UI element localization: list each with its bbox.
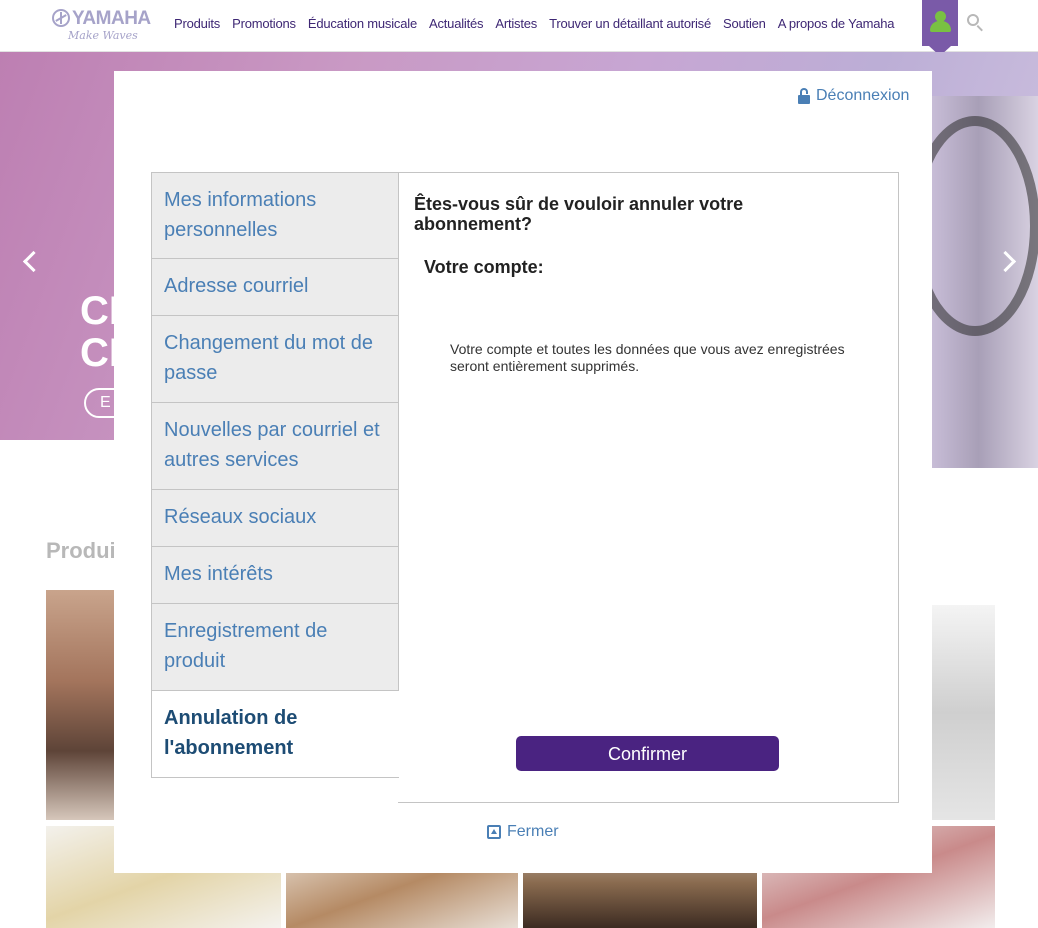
menu-item-email-address[interactable]: Adresse courriel xyxy=(151,259,399,316)
close-label: Fermer xyxy=(507,823,559,840)
panel-title: Êtes-vous sûr de vouloir annuler votre a… xyxy=(414,194,744,234)
confirm-button[interactable]: Confirmer xyxy=(516,736,779,771)
search-button[interactable] xyxy=(966,13,988,35)
top-navigation: YAMAHA Make Waves Produits Promotions Éd… xyxy=(0,0,1038,56)
nav-link-news[interactable]: Actualités xyxy=(429,16,484,31)
search-icon-handle xyxy=(976,25,983,32)
nav-link-promotions[interactable]: Promotions xyxy=(232,16,296,31)
logo-wordmark: YAMAHA xyxy=(72,8,151,29)
nav-link-about[interactable]: A propos de Yamaha xyxy=(778,16,895,31)
carousel-prev-icon[interactable] xyxy=(20,248,40,274)
hero-side-image xyxy=(910,96,1038,468)
menu-item-personal-info[interactable]: Mes informations personnelles xyxy=(151,172,399,259)
yamaha-logo[interactable]: YAMAHA Make Waves xyxy=(50,6,151,46)
user-icon-body xyxy=(930,21,951,32)
user-account-button[interactable] xyxy=(922,0,958,56)
logout-label: Déconnexion xyxy=(816,87,910,104)
nav-link-support[interactable]: Soutien xyxy=(723,16,766,31)
nav-link-products[interactable]: Produits xyxy=(174,16,220,31)
account-modal: Déconnexion Mes informations personnelle… xyxy=(114,71,932,873)
nav-link-artists[interactable]: Artistes xyxy=(495,16,537,31)
account-sidebar-menu: Mes informations personnelles Adresse co… xyxy=(151,172,399,778)
unlock-icon xyxy=(798,88,810,104)
tuning-fork-logo-icon xyxy=(52,9,70,27)
collapse-up-icon xyxy=(487,825,501,839)
menu-item-product-registration[interactable]: Enregistrement de produit xyxy=(151,604,399,691)
menu-item-change-password[interactable]: Changement du mot de passe xyxy=(151,316,399,403)
nav-link-music-education[interactable]: Éducation musicale xyxy=(308,16,417,31)
logout-link[interactable]: Déconnexion xyxy=(798,86,909,106)
panel-subtitle: Votre compte: xyxy=(424,257,544,277)
products-section-heading: Produit xyxy=(46,538,123,563)
nav-link-find-dealer[interactable]: Trouver un détaillant autorisé xyxy=(549,16,711,31)
logo-tagline: Make Waves xyxy=(68,29,138,42)
carousel-next-icon[interactable] xyxy=(998,248,1018,274)
menu-item-interests[interactable]: Mes intérêts xyxy=(151,547,399,604)
panel-description: Votre compte et toutes les données que v… xyxy=(450,341,845,374)
menu-item-social-networks[interactable]: Réseaux sociaux xyxy=(151,490,399,547)
close-link[interactable]: Fermer xyxy=(487,822,559,842)
menu-item-cancel-subscription[interactable]: Annulation de l'abonnement xyxy=(151,691,399,778)
menu-item-newsletters[interactable]: Nouvelles par courriel et autres service… xyxy=(151,403,399,490)
product-tile-drums[interactable] xyxy=(930,605,995,820)
cancel-subscription-panel: Êtes-vous sûr de vouloir annuler votre a… xyxy=(398,172,899,803)
main-menu: Produits Promotions Éducation musicale A… xyxy=(168,0,900,46)
product-tile-concert-hall[interactable] xyxy=(46,590,116,820)
